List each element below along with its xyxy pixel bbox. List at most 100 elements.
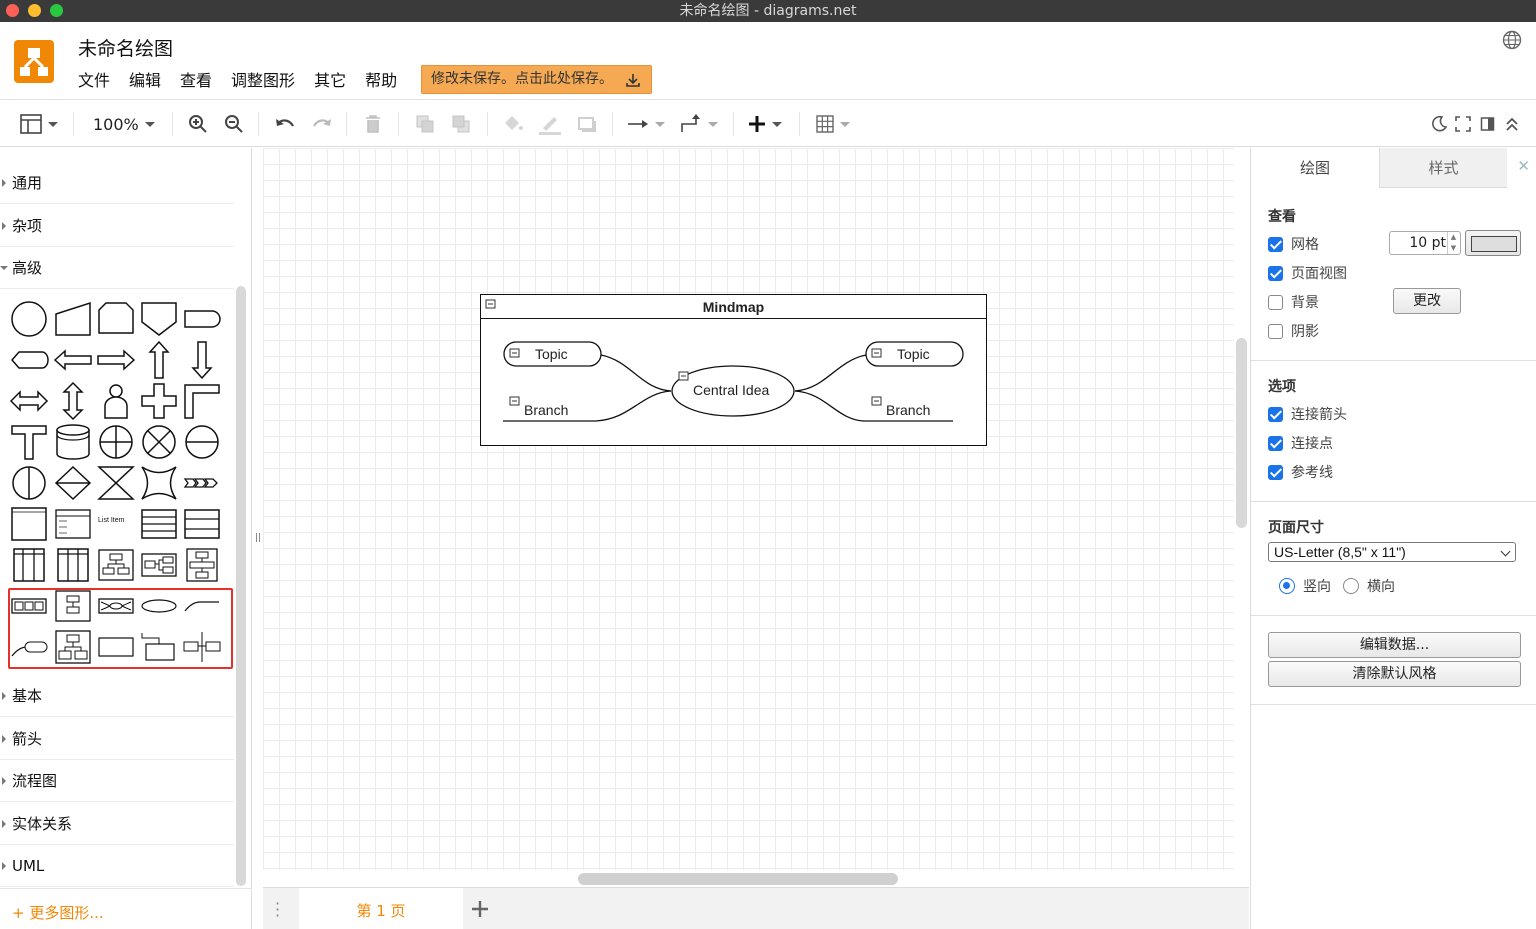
redo-button[interactable] [311,111,333,137]
to-back-button[interactable] [451,111,471,137]
document-title[interactable]: 未命名绘图 [78,34,173,61]
container-shape[interactable] [9,505,49,543]
arrow-down-shape[interactable] [182,341,222,380]
drawing-grid[interactable] [263,148,1234,870]
page-tab-1[interactable]: 第 1 页 [299,888,463,929]
step-chevrons-shape[interactable] [182,464,222,502]
guides-checkbox[interactable]: 参考线 [1268,462,1333,482]
portrait-radio[interactable]: 竖向 [1279,576,1331,596]
category-advanced[interactable]: 高级 [0,247,234,289]
horizontal-pool-shape[interactable] [182,505,222,543]
table-lines-shape[interactable] [139,505,179,543]
switch-shape[interactable] [139,464,179,502]
add-page-button[interactable] [471,896,489,924]
list-item-shape[interactable]: List Item [96,505,136,543]
category-general[interactable]: 通用 [0,162,234,204]
cross-shape[interactable] [139,382,179,420]
category-uml[interactable]: UML [0,845,234,887]
central-idea[interactable]: Central Idea [693,382,769,398]
offpage-connector-shape[interactable] [139,300,179,338]
vertical-scrollbar[interactable] [1236,338,1247,528]
line-ellipse-horizontal-shape[interactable] [182,423,222,461]
shadow-checkbox[interactable]: 阴影 [1268,321,1319,341]
sum-junction-shape[interactable] [139,423,179,461]
landscape-radio[interactable]: 横向 [1343,576,1395,596]
grid-checkbox[interactable]: 网格 [1268,234,1319,254]
zoom-in-button[interactable] [188,111,208,137]
arrow-up-shape[interactable] [139,340,179,379]
table-button[interactable] [816,111,850,137]
tee-shape[interactable] [9,423,49,461]
mindmap-container[interactable]: Mindmap Topic Topic Central Idea Branch … [480,294,987,446]
sidebar-scrollbar[interactable] [236,286,246,886]
fullscreen-button[interactable] [1455,111,1471,137]
double-arrow-vertical-shape[interactable] [53,381,93,421]
unsaved-changes-banner[interactable]: 修改未保存。点击此处保存。 [421,65,652,94]
grid-size-stepper[interactable]: ▲ ▼ [1447,232,1459,254]
minimize-window-button[interactable] [28,4,41,17]
fill-color-button[interactable] [502,111,524,137]
zoom-dropdown[interactable]: 100% [93,111,155,137]
to-front-button[interactable] [415,111,435,137]
language-globe-icon[interactable] [1502,30,1522,50]
actor-shape[interactable] [96,382,136,420]
category-arrows[interactable]: 箭头 [0,718,234,760]
horizontal-scrollbar[interactable] [578,873,898,885]
menu-arrange[interactable]: 调整图形 [231,70,295,92]
cylinder-shape[interactable] [53,423,93,461]
vertical-lanes-shape[interactable] [53,546,93,584]
line-color-button[interactable] [538,111,562,137]
insert-button[interactable] [748,111,782,137]
pages-menu-icon[interactable]: · · · [275,896,280,924]
edit-data-button[interactable]: 编辑数据... [1268,632,1521,658]
or-shape[interactable] [96,423,136,461]
background-checkbox[interactable]: 背景 [1268,292,1319,312]
list-shape[interactable] [53,505,93,543]
undo-button[interactable] [274,111,296,137]
category-flowchart[interactable]: 流程图 [0,760,234,802]
view-format-button[interactable] [20,111,58,137]
delay-shape[interactable] [182,300,222,338]
grid-color-button[interactable] [1465,230,1521,256]
close-window-button[interactable] [6,4,19,17]
change-background-button[interactable]: 更改 [1393,288,1461,314]
corner-shape[interactable] [182,382,222,420]
connection-style-button[interactable] [627,111,665,137]
zoom-out-button[interactable] [224,111,244,137]
zoom-window-button[interactable] [50,4,63,17]
menu-extras[interactable]: 其它 [314,70,346,92]
manual-input-shape[interactable] [53,300,93,338]
line-ellipse-vertical-shape[interactable] [9,464,49,502]
topic-right[interactable]: Topic [897,346,930,362]
branch-left[interactable]: Branch [524,402,568,418]
arrow-right-shape[interactable] [96,341,136,379]
branch-right[interactable]: Branch [886,402,930,418]
double-arrow-horizontal-shape[interactable] [9,382,49,420]
arrow-left-shape[interactable] [53,341,93,379]
clear-default-style-button[interactable]: 清除默认风格 [1268,661,1521,687]
category-misc[interactable]: 杂项 [0,205,234,247]
more-shapes-button[interactable]: + 更多图形... [12,902,104,923]
shadow-button[interactable] [576,111,598,137]
vertical-tree-shape[interactable] [182,546,222,584]
page-view-checkbox[interactable]: 页面视图 [1268,263,1347,283]
sort-shape[interactable] [53,464,93,502]
menu-help[interactable]: 帮助 [365,70,397,92]
format-panel-toggle[interactable] [1480,111,1496,137]
waypoints-button[interactable] [680,111,718,137]
vertical-pool-shape[interactable] [9,546,49,584]
collate-shape[interactable] [96,464,136,502]
org-tree-shape[interactable] [96,546,136,584]
category-entity-relation[interactable]: 实体关系 [0,803,234,845]
delete-button[interactable] [364,111,382,137]
tab-style[interactable]: 样式 [1379,148,1507,188]
menu-file[interactable]: 文件 [78,70,110,92]
connection-points-checkbox[interactable]: 连接点 [1268,433,1333,453]
sidebar-resize-handle[interactable]: || [255,533,261,543]
topic-left[interactable]: Topic [535,346,568,362]
menu-edit[interactable]: 编辑 [129,70,161,92]
display-shape[interactable] [9,341,49,379]
circle-shape[interactable] [9,300,49,338]
menu-view[interactable]: 查看 [180,70,212,92]
collapse-toolbar-button[interactable] [1504,111,1520,137]
